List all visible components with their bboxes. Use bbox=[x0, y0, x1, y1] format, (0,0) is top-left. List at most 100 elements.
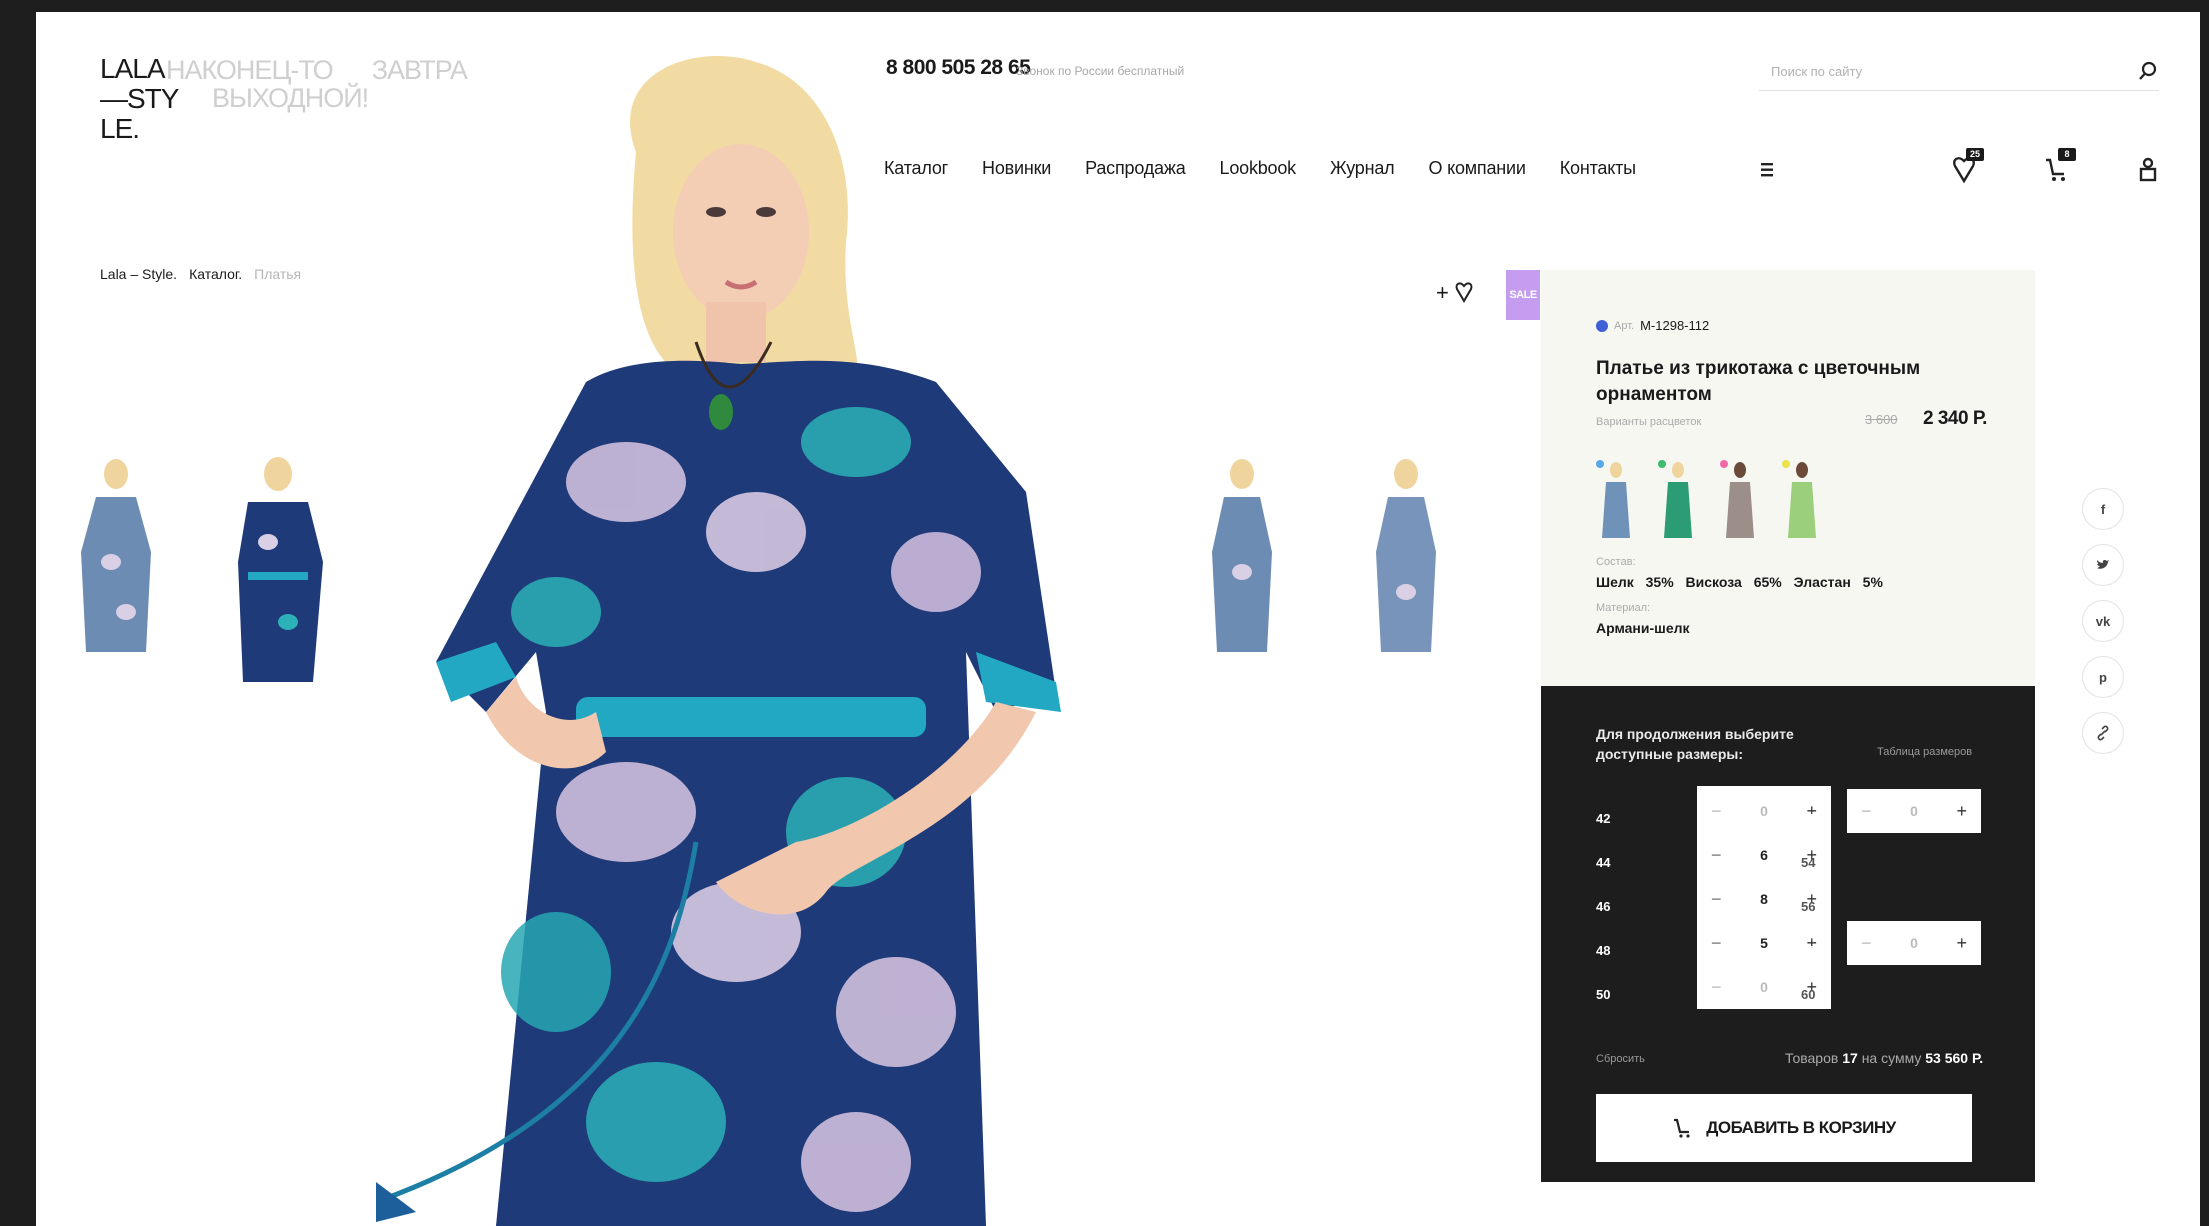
cart-count-badge: 8 bbox=[2058, 148, 2076, 161]
increment-button[interactable]: + bbox=[1956, 801, 1967, 822]
twitter-share-button[interactable] bbox=[2082, 544, 2124, 586]
size-label-44: 44 bbox=[1596, 855, 1611, 870]
product-thumbnail-1[interactable] bbox=[66, 452, 166, 682]
material-label: Материал: bbox=[1596, 602, 1651, 614]
summary-prefix: Товаров bbox=[1785, 1050, 1839, 1066]
color-swatch-1[interactable] bbox=[1596, 460, 1636, 540]
breadcrumb: Lala – Style. Каталог. Платья bbox=[100, 266, 301, 282]
tagline-line-1: НАКОНЕЦ-ТО ЗАВТРА bbox=[166, 55, 468, 85]
swatch-dot bbox=[1720, 460, 1728, 468]
add-to-cart-label: ДОБАВИТЬ В КОРЗИНУ bbox=[1706, 1118, 1896, 1137]
article-label: Арт. bbox=[1614, 319, 1635, 332]
size-label-48: 48 bbox=[1596, 943, 1611, 958]
decrement-button[interactable]: − bbox=[1711, 889, 1722, 910]
decrement-button[interactable]: − bbox=[1861, 933, 1872, 954]
size-label-56: 56 bbox=[1801, 899, 1816, 914]
nav-item-about[interactable]: О компании bbox=[1428, 158, 1525, 179]
order-summary: Товаров 17 на сумму 53 560 Р. bbox=[1785, 1050, 1983, 1066]
size-label-42: 42 bbox=[1596, 811, 1611, 826]
breadcrumb-catalog[interactable]: Каталог. bbox=[189, 266, 242, 282]
reset-sizes-link[interactable]: Сбросить bbox=[1596, 1053, 1645, 1065]
size-label-54: 54 bbox=[1801, 855, 1816, 870]
heart-icon bbox=[1455, 282, 1473, 303]
decrement-button[interactable]: − bbox=[1711, 845, 1722, 866]
phone-note: Звонок по России бесплатный bbox=[1016, 64, 1185, 78]
user-icon bbox=[2139, 157, 2157, 182]
nav-item-sale[interactable]: Распродажа bbox=[1085, 158, 1186, 179]
menu-icon[interactable] bbox=[1758, 160, 1778, 180]
account-button[interactable] bbox=[2134, 154, 2162, 184]
product-thumbnail-4[interactable] bbox=[1356, 452, 1456, 682]
quantity-value[interactable]: 8 bbox=[1760, 891, 1768, 907]
copy-link-button[interactable] bbox=[2082, 712, 2124, 754]
quantity-value[interactable]: 0 bbox=[1760, 803, 1768, 819]
decrement-button[interactable]: − bbox=[1711, 801, 1722, 822]
search-input[interactable] bbox=[1759, 56, 2123, 86]
decrement-button[interactable]: − bbox=[1861, 801, 1872, 822]
size-instructions: Для продолжения выберите доступные разме… bbox=[1596, 726, 1794, 762]
size-stepper-58: − 0 + bbox=[1847, 921, 1981, 965]
color-swatch-2[interactable] bbox=[1658, 460, 1698, 540]
product-title: Платье из трикотажа с цветочным орнамент… bbox=[1596, 358, 1921, 405]
size-label-52: 52 bbox=[1801, 811, 1816, 826]
add-to-favorites-button[interactable]: + bbox=[1436, 280, 1473, 306]
add-favorites-plus: + bbox=[1436, 280, 1449, 305]
size-selector-panel: Для продолжения выберите доступные разме… bbox=[1541, 686, 2035, 1182]
quantity-value[interactable]: 0 bbox=[1910, 803, 1918, 819]
breadcrumb-current: Платья bbox=[254, 266, 302, 282]
product-main-image bbox=[376, 56, 1061, 1226]
vk-share-button[interactable]: vk bbox=[2082, 600, 2124, 642]
quantity-value[interactable]: 0 bbox=[1910, 935, 1918, 951]
quantity-value[interactable]: 0 bbox=[1760, 979, 1768, 995]
size-label-60: 60 bbox=[1801, 987, 1816, 1002]
color-swatch-4[interactable] bbox=[1782, 460, 1822, 540]
search-bar bbox=[1759, 56, 2159, 91]
add-to-cart-button[interactable]: ДОБАВИТЬ В КОРЗИНУ bbox=[1596, 1094, 1972, 1162]
search-icon[interactable] bbox=[2137, 60, 2159, 82]
product-thumbnail-3[interactable] bbox=[1192, 452, 1292, 682]
swatch-dot bbox=[1596, 460, 1604, 468]
brand-tagline: НАКОНЕЦ-ТО ЗАВТРА ВЫХОДНОЙ! bbox=[166, 55, 468, 112]
product-page: LALA —STY LE. НАКОНЕЦ-ТО ЗАВТРА ВЫХОДНОЙ… bbox=[36, 12, 2200, 1226]
color-swatch-3[interactable] bbox=[1720, 460, 1760, 540]
size-label-50: 50 bbox=[1596, 987, 1611, 1002]
nav-item-new[interactable]: Новинки bbox=[982, 158, 1051, 179]
increment-button[interactable]: + bbox=[1956, 933, 1967, 954]
color-variants-label: Варианты расцветок bbox=[1596, 416, 1702, 428]
link-icon bbox=[2097, 725, 2109, 741]
nav-item-journal[interactable]: Журнал bbox=[1330, 158, 1395, 179]
nav-item-lookbook[interactable]: Lookbook bbox=[1220, 158, 1297, 179]
nav-item-catalog[interactable]: Каталог bbox=[884, 158, 948, 179]
color-swatches bbox=[1596, 460, 1822, 540]
decrement-button[interactable]: − bbox=[1711, 933, 1722, 954]
pinterest-icon: p bbox=[2099, 669, 2107, 685]
swatch-dress-image bbox=[1602, 462, 1630, 538]
pinterest-share-button[interactable]: p bbox=[2082, 656, 2124, 698]
quantity-value[interactable]: 6 bbox=[1760, 847, 1768, 863]
breadcrumb-home[interactable]: Lala – Style. bbox=[100, 266, 177, 282]
cart-button[interactable]: 8 bbox=[2042, 148, 2076, 184]
quantity-value[interactable]: 5 bbox=[1760, 935, 1768, 951]
size-table-link[interactable]: Таблица размеров bbox=[1877, 746, 1972, 758]
size-label-58: 58 bbox=[1801, 943, 1816, 958]
composition-label: Состав: bbox=[1596, 556, 1636, 568]
article-number: Арт. М-1298-112 bbox=[1596, 318, 1709, 333]
nav-item-contacts[interactable]: Контакты bbox=[1560, 158, 1636, 179]
summary-mid: на сумму bbox=[1861, 1050, 1922, 1066]
old-price: 3 600 bbox=[1865, 412, 1898, 427]
material-value: Армани-шелк bbox=[1596, 620, 1690, 636]
decrement-button[interactable]: − bbox=[1711, 977, 1722, 998]
size-label-46: 46 bbox=[1596, 899, 1611, 914]
main-nav: Каталог Новинки Распродажа Lookbook Журн… bbox=[884, 158, 1670, 179]
composition-value: Шелк 35% Вискоза 65% Эластан 5% bbox=[1596, 574, 1883, 590]
summary-total: 53 560 Р. bbox=[1925, 1050, 1984, 1066]
phone-number[interactable]: 8 800 505 28 65 bbox=[886, 56, 1031, 80]
facebook-icon: f bbox=[2100, 501, 2106, 517]
product-info-card: Арт. М-1298-112 Платье из трикотажа с цв… bbox=[1541, 270, 2035, 686]
favorites-button[interactable]: 25 bbox=[1950, 148, 1984, 184]
article-value: М-1298-112 bbox=[1640, 318, 1710, 333]
size-stepper-52: − 0 + bbox=[1847, 789, 1981, 833]
facebook-share-button[interactable]: f bbox=[2082, 488, 2124, 530]
color-dot-icon bbox=[1596, 319, 1608, 332]
product-thumbnail-2[interactable] bbox=[228, 452, 328, 682]
